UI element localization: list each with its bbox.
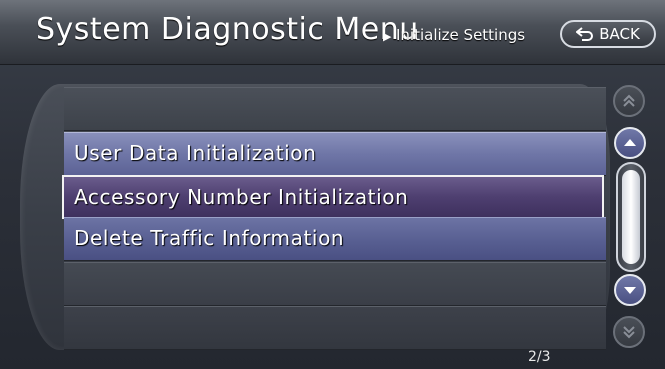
page-title: System Diagnostic Menu <box>36 12 419 47</box>
list-item-empty <box>64 262 606 306</box>
list-item-label: User Data Initialization <box>74 141 317 165</box>
list-item-delete-traffic-information[interactable]: Delete Traffic Information <box>64 217 606 261</box>
scroll-down-button[interactable] <box>614 274 646 306</box>
back-button[interactable]: BACK <box>560 20 656 48</box>
list-item-label: Delete Traffic Information <box>74 226 345 250</box>
scrollbar-track[interactable] <box>616 162 646 272</box>
back-button-label: BACK <box>599 25 640 43</box>
breadcrumb-arrow-icon: ▶ <box>383 30 392 43</box>
back-arrow-icon <box>576 27 594 41</box>
chevron-up-icon <box>624 139 636 146</box>
header-bar: System Diagnostic Menu ▶ Initialize Sett… <box>0 0 665 65</box>
scrollbar-thumb[interactable] <box>622 170 640 264</box>
breadcrumb: Initialize Settings <box>396 26 526 44</box>
page-indicator: 2/3 <box>528 349 551 365</box>
scroll-page-down-button[interactable] <box>613 316 645 348</box>
list-item-empty <box>64 306 606 350</box>
chevron-down-icon <box>624 287 636 294</box>
list-item-label: Accessory Number Initialization <box>74 185 409 209</box>
double-chevron-up-icon <box>623 94 635 107</box>
scroll-page-up-button[interactable] <box>613 85 645 117</box>
list-item-accessory-number-initialization[interactable]: Accessory Number Initialization <box>62 175 604 219</box>
double-chevron-down-icon <box>623 326 635 339</box>
menu-list: User Data Initialization Accessory Numbe… <box>20 84 610 350</box>
list-item-user-data-initialization[interactable]: User Data Initialization <box>64 132 606 176</box>
screen: System Diagnostic Menu ▶ Initialize Sett… <box>0 0 665 369</box>
list-item-empty <box>64 87 606 131</box>
scroll-up-button[interactable] <box>614 127 646 159</box>
